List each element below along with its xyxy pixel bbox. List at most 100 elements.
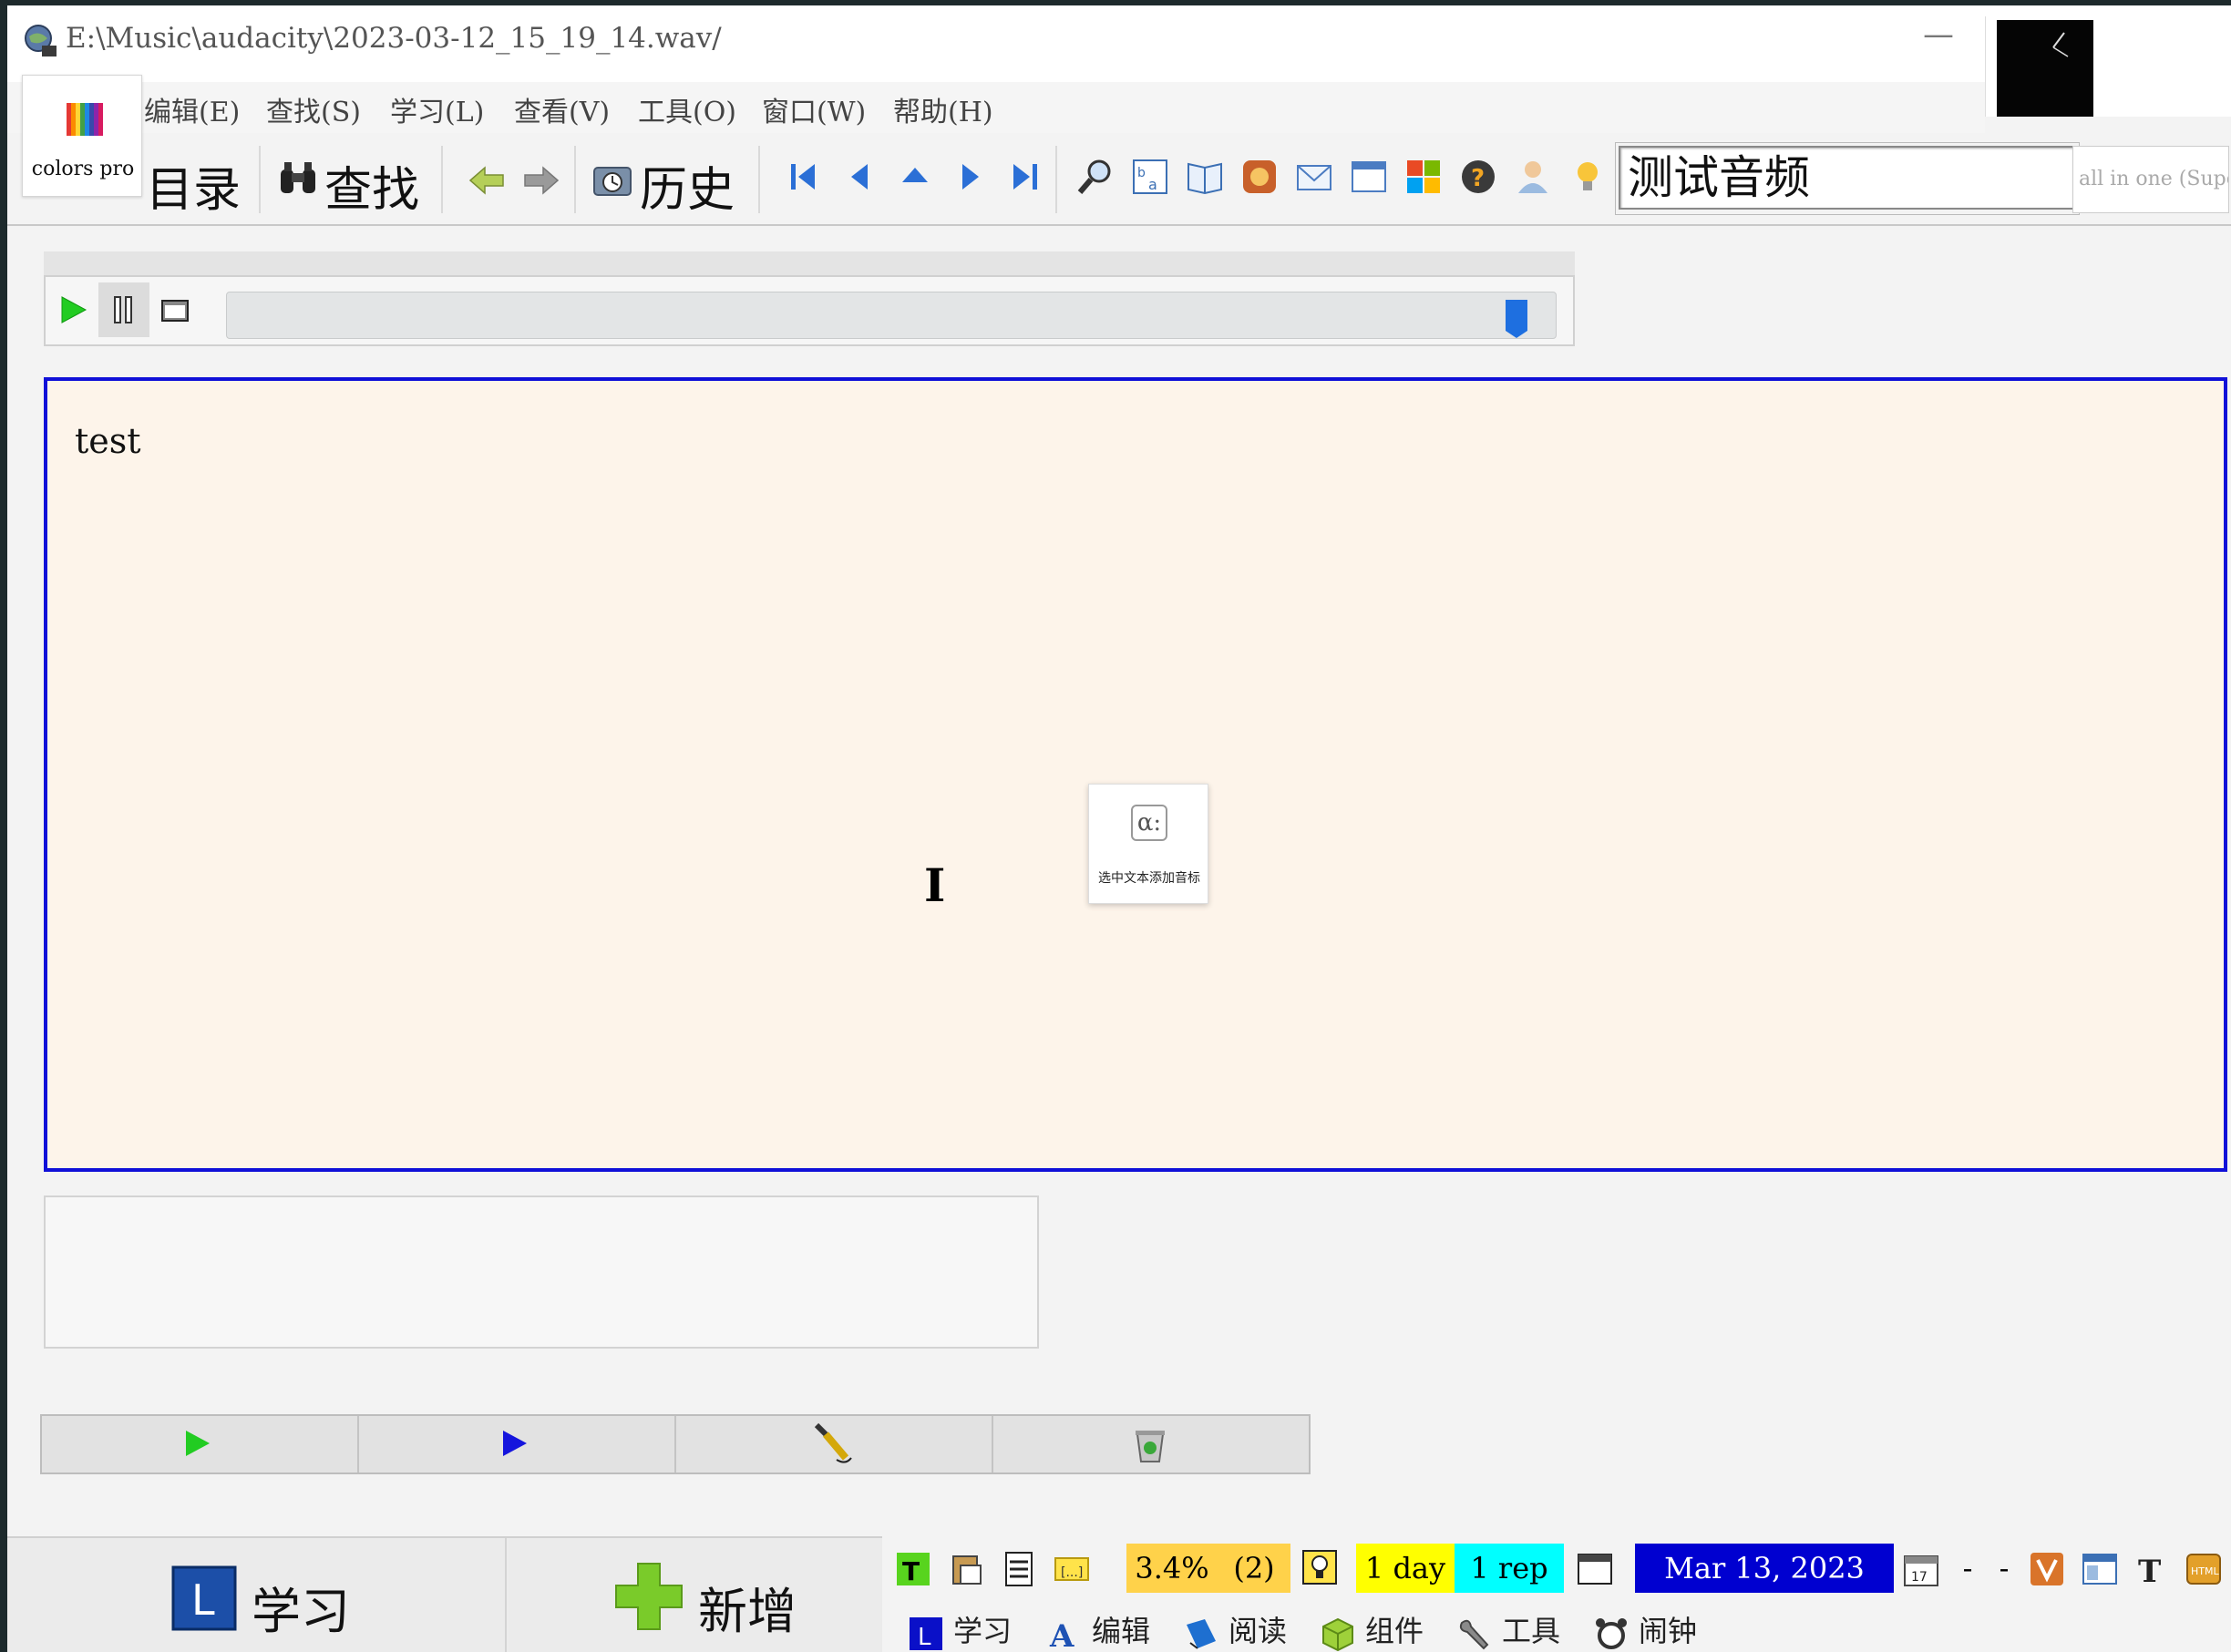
tab-alarm[interactable]: 闹钟 — [1593, 1606, 1697, 1652]
title-bar: E:\Music\audacity\2023-03-12_15_19_14.wa… — [7, 5, 2231, 117]
toolbar: 目录 查找 历史 b a ? 测试音频 all in one (Supe — [7, 133, 2231, 226]
tab-learn[interactable]: L 学习 — [908, 1606, 1012, 1652]
book-icon[interactable] — [1185, 157, 1225, 197]
svg-text:L: L — [191, 1575, 215, 1625]
pause-icon[interactable] — [98, 282, 149, 337]
menu-find[interactable]: 查找(S) — [266, 89, 361, 129]
layout-icon[interactable] — [2082, 1551, 2118, 1587]
player-header — [44, 251, 1575, 275]
stop-icon[interactable] — [149, 282, 200, 337]
item-count: (2) — [1218, 1544, 1290, 1593]
thumbnail-panel — [1985, 16, 2231, 117]
help-icon[interactable]: ? — [1458, 157, 1498, 197]
date-badge[interactable]: Mar 13, 2023 — [1635, 1544, 1894, 1593]
colors-pro-widget[interactable]: colors pro — [22, 75, 142, 197]
text-add-icon[interactable]: T — [895, 1551, 931, 1587]
seek-thumb[interactable] — [1504, 298, 1529, 340]
play-question-button[interactable] — [42, 1416, 359, 1472]
find-button[interactable]: 查找 — [324, 151, 419, 220]
add-phonetic-popup[interactable]: α: 选中文本添加音标 — [1088, 784, 1208, 904]
tab-read-label: 阅读 — [1229, 1614, 1288, 1648]
thumbnail-image[interactable] — [1997, 20, 2093, 117]
green-play-icon — [186, 1431, 210, 1456]
svg-text:[...]: [...] — [1061, 1565, 1083, 1580]
svg-text:T: T — [902, 1556, 920, 1586]
forward-arrow-icon[interactable] — [521, 160, 561, 200]
previous-item-icon[interactable] — [840, 157, 880, 197]
menu-bar: 编辑(E) 查找(S) 学习(L) 查看(V) 工具(O) 窗口(W) 帮助(H… — [7, 82, 1985, 133]
document-icon[interactable] — [1001, 1551, 1037, 1587]
calendar-icon[interactable]: 17 — [1903, 1551, 1939, 1587]
bulb-status-icon[interactable] — [1301, 1549, 1338, 1585]
minimize-button[interactable]: — — [1917, 16, 1959, 58]
menu-learn[interactable]: 学习(L) — [390, 89, 484, 129]
add-tab[interactable]: 新增 — [509, 1538, 882, 1652]
tab-read[interactable]: 阅读 — [1183, 1606, 1287, 1652]
html-icon[interactable]: HTML — [2185, 1551, 2222, 1587]
tab-components[interactable]: 组件 — [1320, 1606, 1424, 1652]
read-book-icon — [1187, 1618, 1216, 1649]
user-icon[interactable] — [1513, 157, 1553, 197]
next-item-icon[interactable] — [950, 157, 990, 197]
dictionary-icon[interactable]: b a — [1130, 157, 1170, 197]
play-icon[interactable] — [47, 282, 98, 337]
back-arrow-icon[interactable] — [467, 160, 507, 200]
cloze-icon[interactable]: [...] — [1054, 1551, 1090, 1587]
contents-button[interactable]: 目录 — [146, 151, 241, 220]
mail-icon[interactable] — [1294, 157, 1334, 197]
first-item-icon[interactable] — [784, 157, 824, 197]
tab-tools[interactable]: 工具 — [1456, 1606, 1560, 1652]
menu-tools[interactable]: 工具(O) — [638, 89, 736, 129]
delete-button[interactable] — [993, 1416, 1311, 1472]
svg-text:L: L — [918, 1624, 931, 1651]
app-globe-icon — [25, 25, 57, 56]
application-window: E:\Music\audacity\2023-03-12_15_19_14.wa… — [7, 5, 2231, 1652]
answer-field[interactable] — [44, 1195, 1039, 1349]
content-pane[interactable]: test I — [44, 377, 2227, 1172]
menu-window[interactable]: 窗口(W) — [762, 89, 866, 129]
menu-help[interactable]: 帮助(H) — [893, 89, 993, 129]
text-cursor-icon: I — [924, 858, 946, 912]
plus-icon — [615, 1563, 683, 1630]
reps-badge: 1 rep — [1455, 1544, 1564, 1593]
tab-edit[interactable]: A 编辑 — [1046, 1606, 1150, 1652]
toolbar-separator — [259, 146, 261, 213]
clipboard-icon[interactable] — [948, 1551, 984, 1587]
status-bar: T [...] 3.4% (2) 1 day 1 rep Mar 13, 202… — [882, 1542, 2231, 1596]
binoculars-icon — [281, 162, 315, 193]
content-text[interactable]: test — [75, 421, 141, 461]
phonetic-icon: α: — [1131, 805, 1167, 841]
toolbar-separator — [441, 146, 443, 213]
bottom-panel: L 学习 新增 — [7, 1536, 882, 1652]
learn-icon: L — [171, 1565, 237, 1631]
svg-text:T: T — [2138, 1554, 2161, 1587]
status-dash-1: - — [1962, 1551, 1973, 1585]
tab-edit-label: 编辑 — [1092, 1614, 1151, 1648]
svg-text:A: A — [1049, 1618, 1074, 1652]
last-item-icon[interactable] — [1004, 157, 1044, 197]
search-input[interactable]: 测试音频 — [1619, 146, 2074, 210]
magnifier-icon[interactable] — [1075, 157, 1116, 197]
lightbulb-icon[interactable] — [1568, 157, 1608, 197]
plugin-icon[interactable] — [1239, 157, 1280, 197]
history-button[interactable]: 历史 — [640, 151, 735, 220]
toolbar-separator — [574, 146, 576, 213]
record-button[interactable] — [676, 1416, 993, 1472]
windows-logo-icon[interactable] — [1403, 157, 1444, 197]
menu-view[interactable]: 查看(V) — [514, 89, 610, 129]
reference-selector[interactable]: all in one (Supe — [2072, 146, 2229, 213]
svg-text:b: b — [1137, 166, 1146, 180]
font-icon[interactable]: T — [2134, 1551, 2171, 1587]
toolbar-separator — [758, 146, 760, 213]
fox-icon[interactable] — [2029, 1551, 2065, 1587]
play-answer-button[interactable] — [359, 1416, 676, 1472]
calendar-window-icon[interactable] — [1577, 1551, 1613, 1587]
menu-edit[interactable]: 编辑(E) — [144, 89, 240, 129]
learn-tab[interactable]: L 学习 — [7, 1538, 507, 1652]
window-icon[interactable] — [1349, 157, 1389, 197]
alarm-clock-icon — [1596, 1617, 1627, 1649]
parent-item-icon[interactable] — [895, 157, 935, 197]
wrench-icon — [1459, 1619, 1489, 1649]
seek-slider[interactable] — [226, 292, 1557, 339]
svg-text:HTML: HTML — [2191, 1565, 2219, 1577]
